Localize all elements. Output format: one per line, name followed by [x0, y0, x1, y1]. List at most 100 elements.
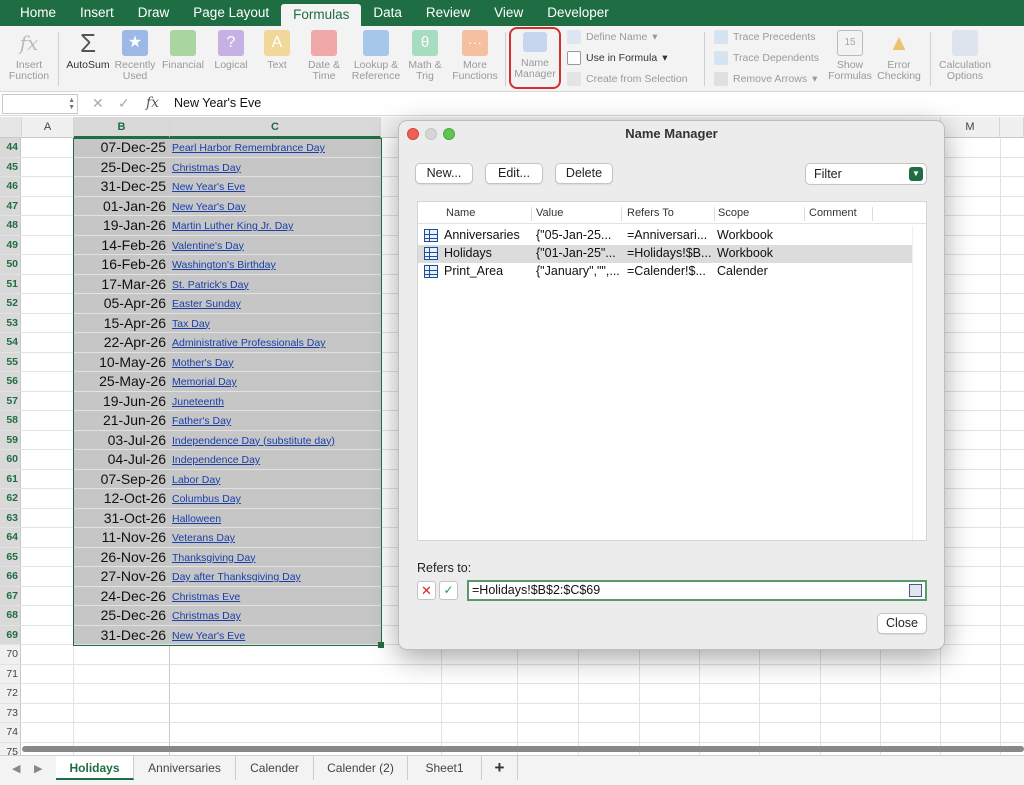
holiday-link-cell[interactable]: New Year's Eve — [170, 177, 381, 196]
holiday-link-cell[interactable]: New Year's Eve — [170, 625, 381, 644]
sheet-tab-holidays[interactable]: Holidays — [56, 756, 134, 780]
row-header[interactable]: 57 — [0, 391, 21, 410]
tab-draw[interactable]: Draw — [126, 0, 182, 26]
row-header[interactable]: 60 — [0, 450, 21, 469]
error-checking-button[interactable]: ▲ Error Checking — [876, 30, 922, 82]
table-row[interactable]: 73 — [0, 703, 1024, 723]
row-header[interactable]: 74 — [0, 723, 21, 742]
range-picker-icon[interactable] — [909, 584, 922, 597]
date-cell[interactable]: 05-Apr-26 — [74, 294, 170, 313]
date-cell[interactable]: 07-Sep-26 — [74, 469, 170, 488]
row-header[interactable]: 53 — [0, 313, 21, 332]
date-cell[interactable]: 07-Dec-25 — [74, 138, 170, 157]
date-cell[interactable]: 10-May-26 — [74, 352, 170, 371]
calculation-options-button[interactable]: Calculation Options — [936, 30, 994, 82]
more-functions-button[interactable]: ··· More Functions — [450, 30, 500, 82]
row-header[interactable]: 47 — [0, 196, 21, 215]
header-comment[interactable]: Comment — [805, 207, 873, 221]
create-from-selection-button[interactable]: Create from Selection — [567, 72, 688, 86]
tab-data[interactable]: Data — [361, 0, 414, 26]
fx-icon[interactable]: fx — [146, 95, 159, 111]
add-sheet-button[interactable]: + — [482, 756, 518, 780]
tab-view[interactable]: View — [482, 0, 535, 26]
date-cell[interactable] — [74, 664, 170, 683]
column-header-c[interactable]: C — [170, 117, 381, 138]
date-cell[interactable]: 12-Oct-26 — [74, 489, 170, 508]
holiday-link-cell[interactable]: Pearl Harbor Remembrance Day — [170, 138, 381, 157]
date-cell[interactable]: 27-Nov-26 — [74, 567, 170, 586]
row-header[interactable]: 73 — [0, 703, 21, 722]
row-header[interactable]: 55 — [0, 352, 21, 371]
table-row[interactable]: 71 — [0, 664, 1024, 684]
date-cell[interactable]: 24-Dec-26 — [74, 586, 170, 605]
row-header[interactable]: 67 — [0, 586, 21, 605]
logical-button[interactable]: ? Logical — [209, 30, 253, 71]
row-header[interactable]: 54 — [0, 333, 21, 352]
name-box[interactable]: ▲ ▼ — [2, 94, 78, 114]
row-header[interactable]: 71 — [0, 664, 21, 683]
holiday-link-cell[interactable] — [170, 645, 381, 664]
refers-to-input[interactable]: =Holidays!$B$2:$C$69 — [467, 580, 927, 601]
date-cell[interactable] — [74, 703, 170, 722]
cancel-x-icon[interactable]: ✕ — [92, 95, 104, 112]
row-header[interactable]: 72 — [0, 684, 21, 703]
holiday-link-cell[interactable]: Independence Day — [170, 450, 381, 469]
recently-used-button[interactable]: ★ Recently Used — [113, 30, 157, 82]
row-header[interactable]: 52 — [0, 294, 21, 313]
row-header[interactable]: 49 — [0, 235, 21, 254]
horizontal-scrollbar[interactable] — [22, 746, 1024, 752]
new-name-button[interactable]: New... — [415, 163, 473, 184]
row-header[interactable]: 69 — [0, 625, 21, 644]
column-header-a[interactable]: A — [22, 117, 74, 138]
row-header[interactable]: 48 — [0, 216, 21, 235]
date-cell[interactable]: 04-Jul-26 — [74, 450, 170, 469]
header-scope[interactable]: Scope — [714, 207, 805, 221]
date-cell[interactable]: 31-Oct-26 — [74, 508, 170, 527]
zoom-window-icon[interactable] — [443, 128, 455, 140]
date-cell[interactable]: 16-Feb-26 — [74, 255, 170, 274]
row-header[interactable]: 70 — [0, 645, 21, 664]
holiday-link-cell[interactable]: Day after Thanksgiving Day — [170, 567, 381, 586]
holiday-link-cell[interactable]: Christmas Day — [170, 606, 381, 625]
names-list[interactable]: Name Value Refers To Scope Comment Anniv… — [417, 201, 927, 541]
row-header[interactable]: 56 — [0, 372, 21, 391]
minimize-window-icon[interactable] — [425, 128, 437, 140]
holiday-link-cell[interactable]: New Year's Day — [170, 196, 381, 215]
tab-page-layout[interactable]: Page Layout — [181, 0, 281, 26]
row-header[interactable]: 61 — [0, 469, 21, 488]
holiday-link-cell[interactable]: Veterans Day — [170, 528, 381, 547]
select-all-corner[interactable] — [0, 117, 22, 138]
holiday-link-cell[interactable]: Father's Day — [170, 411, 381, 430]
use-in-formula-button[interactable]: Use in Formula ▾ — [567, 51, 667, 65]
show-formulas-button[interactable]: 15 Show Formulas — [826, 30, 874, 82]
name-manager-button[interactable]: Name Manager — [509, 27, 561, 89]
cancel-edit-x-icon[interactable]: ✕ — [417, 581, 436, 600]
names-list-scrollbar[interactable] — [912, 226, 925, 540]
holiday-link-cell[interactable]: Washington's Birthday — [170, 255, 381, 274]
holiday-link-cell[interactable]: Independence Day (substitute day) — [170, 430, 381, 449]
tab-developer[interactable]: Developer — [535, 0, 621, 26]
date-cell[interactable]: 25-May-26 — [74, 372, 170, 391]
math-trig-button[interactable]: θ Math & Trig — [404, 30, 446, 82]
row-header[interactable]: 66 — [0, 567, 21, 586]
row-header[interactable]: 50 — [0, 255, 21, 274]
holiday-link-cell[interactable]: Columbus Day — [170, 489, 381, 508]
holiday-link-cell[interactable]: Juneteenth — [170, 391, 381, 410]
holiday-link-cell[interactable]: Christmas Eve — [170, 586, 381, 605]
date-cell[interactable] — [74, 723, 170, 742]
date-cell[interactable]: 21-Jun-26 — [74, 411, 170, 430]
list-item-holidays[interactable]: Holidays {"01-Jan-25"... =Holidays!$B...… — [418, 245, 913, 263]
date-cell[interactable]: 01-Jan-26 — [74, 196, 170, 215]
row-header[interactable]: 62 — [0, 489, 21, 508]
date-cell[interactable]: 31-Dec-26 — [74, 625, 170, 644]
date-cell[interactable]: 19-Jun-26 — [74, 391, 170, 410]
holiday-link-cell[interactable]: Administrative Professionals Day — [170, 333, 381, 352]
table-row[interactable]: 74 — [0, 723, 1024, 743]
holiday-link-cell[interactable] — [170, 665, 381, 684]
list-item-anniversaries[interactable]: Anniversaries {"05-Jan-25... =Anniversar… — [418, 227, 913, 245]
holiday-link-cell[interactable]: Memorial Day — [170, 372, 381, 391]
header-name[interactable]: Name — [442, 207, 532, 221]
holiday-link-cell[interactable]: Mother's Day — [170, 352, 381, 371]
trace-dependents-button[interactable]: Trace Dependents — [714, 51, 819, 65]
tab-review[interactable]: Review — [414, 0, 482, 26]
